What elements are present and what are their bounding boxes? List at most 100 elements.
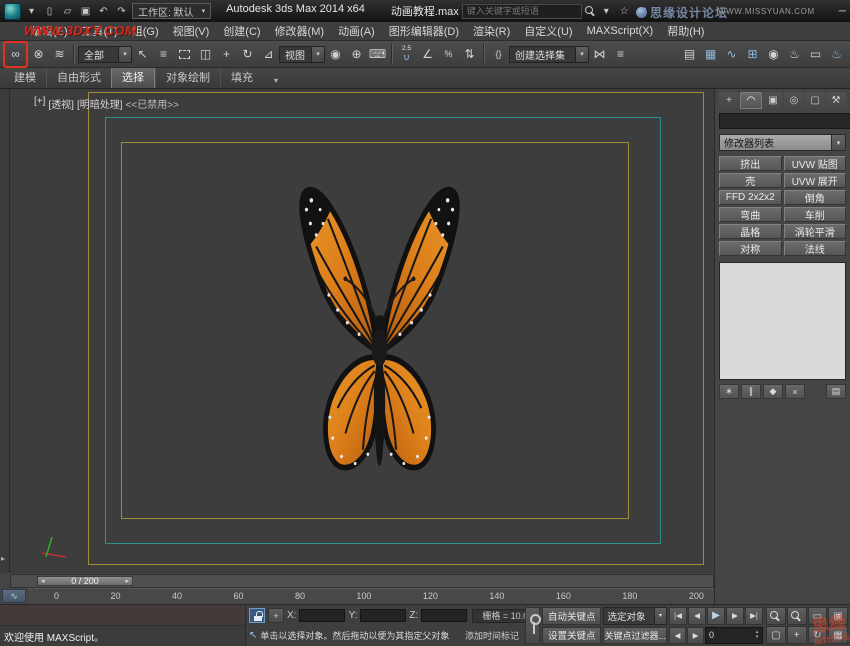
modifier-preset-button[interactable]: 对称: [719, 241, 782, 256]
use-pivot-point-center-button[interactable]: ◉: [325, 43, 346, 66]
align-button[interactable]: ≡: [610, 43, 631, 66]
viewport-general-menu[interactable]: [+]: [34, 96, 45, 111]
go-to-start-button[interactable]: |◀: [669, 607, 687, 625]
select-and-link-button[interactable]: ∞: [5, 43, 26, 66]
time-slider-track[interactable]: ◂ 0 / 200 ▸: [10, 574, 714, 588]
spinner-down-icon[interactable]: ▾: [756, 635, 759, 640]
menu-rendering[interactable]: 渲染(R): [466, 21, 517, 41]
tab-display[interactable]: ▢: [805, 92, 825, 109]
graphite-ribbon-toggle[interactable]: ▦: [700, 43, 721, 66]
tab-motion[interactable]: ◎: [784, 92, 804, 109]
key-filters-button[interactable]: 关键点过滤器...: [603, 627, 667, 645]
make-unique-button[interactable]: ◆: [763, 384, 783, 399]
ribbon-minimize-icon[interactable]: ▾: [269, 73, 283, 88]
angle-snap-toggle[interactable]: ∠: [417, 43, 438, 66]
modifier-preset-button[interactable]: 挤出: [719, 156, 782, 171]
modifier-preset-button[interactable]: FFD 2x2x2: [719, 190, 782, 205]
workspace-dropdown[interactable]: 工作区: 默认 ▾: [132, 3, 211, 19]
pan-view-button[interactable]: +: [787, 626, 807, 644]
y-coordinate-field[interactable]: [360, 609, 406, 622]
mirror-button[interactable]: ⋈: [589, 43, 610, 66]
modifier-preset-button[interactable]: 车削: [784, 207, 847, 222]
ribbon-tab-modeling[interactable]: 建模: [4, 66, 46, 88]
menu-help[interactable]: 帮助(H): [660, 21, 711, 41]
key-step-button[interactable]: ▶: [687, 627, 704, 645]
select-and-rotate-button[interactable]: ↻: [237, 43, 258, 66]
current-frame-field[interactable]: ▴ ▾: [705, 627, 763, 645]
menu-graph-editors[interactable]: 图形编辑器(D): [382, 21, 466, 41]
search-icon[interactable]: [585, 6, 596, 17]
tab-create[interactable]: +: [719, 92, 739, 109]
remove-modifier-button[interactable]: ×: [785, 384, 805, 399]
render-production-button[interactable]: ♨: [826, 43, 847, 66]
rendered-frame-window-button[interactable]: ▭: [805, 43, 826, 66]
object-name-field[interactable]: [719, 113, 850, 129]
unlink-selection-button[interactable]: ⊗: [28, 43, 49, 66]
menu-modifiers[interactable]: 修改器(M): [268, 21, 332, 41]
bind-to-space-warp-button[interactable]: ≋: [49, 43, 70, 66]
next-frame-arrow-icon[interactable]: ▸: [125, 577, 129, 585]
select-object-button[interactable]: ↖: [132, 43, 153, 66]
modifier-preset-button[interactable]: 弯曲: [719, 207, 782, 222]
time-slider-thumb[interactable]: ◂ 0 / 200 ▸: [37, 576, 133, 586]
modifier-preset-button[interactable]: 倒角: [784, 190, 847, 205]
percent-snap-toggle[interactable]: %: [438, 43, 459, 66]
maximize-viewport-toggle[interactable]: ▦: [828, 626, 848, 644]
modifier-preset-button[interactable]: UVW 贴图: [784, 156, 847, 171]
modifier-preset-button[interactable]: 涡轮平滑: [784, 224, 847, 239]
app-menu-arrow-icon[interactable]: ▾: [24, 4, 39, 19]
mini-curve-editor-button[interactable]: ∿: [2, 589, 26, 603]
select-and-manipulate-button[interactable]: ⊕: [346, 43, 367, 66]
3dsmax-logo-icon[interactable]: [4, 3, 21, 20]
search-input[interactable]: [462, 4, 582, 19]
perspective-viewport[interactable]: [+] [透视] [明暗处理] <<已禁用>>: [10, 89, 714, 573]
menu-create[interactable]: 创建(C): [216, 21, 267, 41]
frame-number-input[interactable]: [706, 630, 732, 640]
new-file-icon[interactable]: ▯: [42, 4, 57, 19]
named-selection-sets-dropdown[interactable]: 创建选择集 ▾: [509, 46, 589, 63]
zoom-region-button[interactable]: ▢: [766, 626, 786, 644]
track-bar[interactable]: 0 20 40 60 80 100 120 140 160 180 200: [28, 588, 714, 604]
menu-animation[interactable]: 动画(A): [331, 21, 382, 41]
layer-manager-button[interactable]: ▤: [679, 43, 700, 66]
select-and-move-button[interactable]: +: [216, 43, 237, 66]
edit-named-selection-sets-button[interactable]: {}: [488, 43, 509, 66]
tab-utilities[interactable]: ⚒: [826, 92, 846, 109]
tab-hierarchy[interactable]: ▣: [763, 92, 783, 109]
absolute-offset-toggle[interactable]: +: [268, 608, 284, 623]
set-key-button[interactable]: 设置关键点: [542, 627, 601, 645]
pin-stack-button[interactable]: ∗: [719, 384, 739, 399]
modifier-preset-button[interactable]: 晶格: [719, 224, 782, 239]
zoom-extents-button[interactable]: ▭: [808, 607, 828, 625]
z-coordinate-field[interactable]: [421, 609, 467, 622]
modifier-preset-button[interactable]: 壳: [719, 173, 782, 188]
viewport-shading-menu[interactable]: [明暗处理]: [77, 96, 123, 111]
select-by-name-button[interactable]: ≡: [153, 43, 174, 66]
frame-spinner[interactable]: ▴ ▾: [752, 630, 762, 640]
zoom-all-button[interactable]: [787, 607, 807, 625]
play-animation-button[interactable]: ▶: [707, 607, 725, 625]
menu-customize[interactable]: 自定义(U): [517, 21, 579, 41]
selection-lock-toggle[interactable]: [249, 608, 265, 623]
go-to-end-button[interactable]: ▶|: [745, 607, 763, 625]
curve-editor-button[interactable]: ∿: [721, 43, 742, 66]
snaps-toggle-button[interactable]: 2.5 ∪: [396, 43, 417, 66]
zoom-button[interactable]: [766, 607, 786, 625]
show-end-result-button[interactable]: ∥: [741, 384, 761, 399]
sign-in-icon[interactable]: ☆: [617, 4, 632, 19]
orbit-button[interactable]: ↻: [808, 626, 828, 644]
select-and-scale-button[interactable]: ⊿: [258, 43, 279, 66]
macro-recorder-row[interactable]: [0, 605, 245, 626]
configure-modifier-sets-button[interactable]: ▤: [826, 384, 846, 399]
set-key-mode-button[interactable]: [525, 607, 540, 644]
window-crossing-toggle[interactable]: ◫: [195, 43, 216, 66]
key-mode-toggle[interactable]: ◀: [669, 627, 686, 645]
modifier-preset-button[interactable]: 法线: [784, 241, 847, 256]
listener-row[interactable]: 欢迎使用 MAXScript。: [0, 626, 245, 646]
tab-modify[interactable]: ◠: [740, 92, 762, 109]
viewport-pov-menu[interactable]: [透视]: [48, 96, 74, 111]
spinner-snap-toggle[interactable]: ⇅: [459, 43, 480, 66]
schematic-view-button[interactable]: ⊞: [742, 43, 763, 66]
ribbon-tab-freeform[interactable]: 自由形式: [46, 66, 111, 88]
reference-coordinate-dropdown[interactable]: 视图 ▾: [279, 46, 325, 63]
